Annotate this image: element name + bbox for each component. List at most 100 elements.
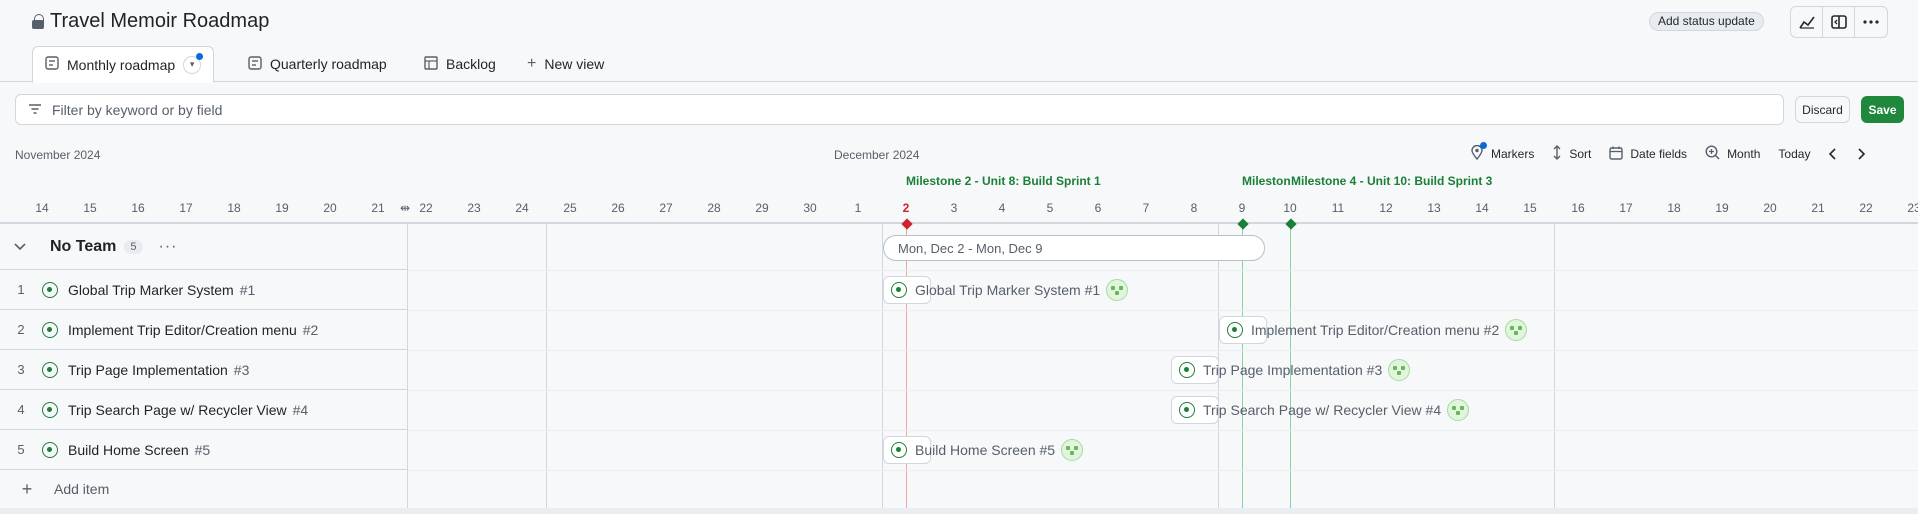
table-row[interactable]: 4 Trip Search Page w/ Recycler View #4 (0, 390, 408, 430)
day-tick-label: 2 (902, 201, 910, 215)
today-button[interactable]: Today (1778, 147, 1810, 161)
issue-open-icon (42, 441, 58, 458)
bar-label: Global Trip Marker System #1 (915, 282, 1101, 298)
day-tick-label: 17 (1619, 201, 1633, 215)
row-divider (408, 430, 1918, 431)
issue-open-icon (891, 282, 907, 298)
issue-open-icon (1179, 402, 1195, 418)
today-label: Today (1778, 147, 1811, 161)
add-status-update-button[interactable]: Add status update (1649, 12, 1764, 31)
tab-monthly-roadmap[interactable]: Monthly roadmap ▾ (32, 46, 215, 83)
roadmap-item-bar[interactable]: Implement Trip Editor/Creation menu #2 (1219, 316, 1528, 344)
table-row[interactable]: 3 Trip Page Implementation #3 (0, 350, 408, 390)
discard-button[interactable]: Discard (1795, 96, 1850, 123)
group-date-range[interactable]: Mon, Dec 2 - Mon, Dec 9 (883, 235, 1265, 261)
week-gridline (546, 224, 547, 508)
day-tick-label: 17 (179, 201, 193, 215)
roadmap-item-bar[interactable]: Global Trip Marker System #1 (883, 276, 1129, 304)
day-tick-label: 20 (1763, 201, 1777, 215)
milestone-label[interactable]: Milestone (1242, 174, 1290, 188)
kebab-icon[interactable] (1855, 7, 1887, 37)
day-tick-label: 27 (659, 201, 673, 215)
item-ref[interactable]: #4 (293, 402, 309, 418)
day-tick-label: 15 (1523, 201, 1537, 215)
row-divider (408, 270, 1918, 271)
item-title[interactable]: Trip Page Implementation (68, 362, 228, 378)
chevron-down-icon[interactable] (0, 240, 40, 254)
bottom-scrollbar[interactable] (0, 508, 1918, 514)
add-item-button[interactable]: + Add item (0, 470, 408, 508)
tab-label: Backlog (446, 56, 496, 72)
item-title[interactable]: Trip Search Page w/ Recycler View (68, 402, 287, 418)
group-header: No Team 5 ··· (0, 224, 408, 270)
issue-open-icon (1227, 322, 1243, 338)
date-fields-button[interactable]: Date fields (1609, 146, 1687, 163)
table-row[interactable]: 5 Build Home Screen #5 (0, 430, 408, 470)
day-tick-label: 16 (1571, 201, 1585, 215)
milestone-label[interactable]: Milestone 2 - Unit 8: Build Sprint 1 (906, 174, 1101, 188)
bar-label: Trip Page Implementation #3 (1203, 362, 1383, 378)
roadmap-item-bar[interactable]: Trip Search Page w/ Recycler View #4 (1171, 396, 1470, 424)
avatar[interactable] (1061, 439, 1084, 461)
filter-input[interactable]: Filter by keyword or by field (15, 94, 1784, 125)
view-options-chevron-icon[interactable]: ▾ (183, 52, 204, 74)
chevron-right-icon[interactable] (1856, 148, 1866, 160)
item-ref[interactable]: #1 (240, 282, 256, 298)
resize-handle-icon[interactable]: ⇹ (400, 201, 410, 215)
sort-button[interactable]: Sort (1552, 145, 1591, 163)
chart-line-icon[interactable] (1791, 7, 1823, 37)
day-tick-label: 18 (1667, 201, 1681, 215)
week-gridline (1554, 224, 1555, 508)
group-kebab-icon[interactable]: ··· (159, 238, 178, 256)
roadmap-item-bar[interactable]: Trip Page Implementation #3 (1171, 356, 1411, 384)
tab-label: Monthly roadmap (67, 56, 176, 73)
item-ref[interactable]: #5 (195, 442, 211, 458)
item-title[interactable]: Build Home Screen (68, 442, 189, 458)
day-tick-label: 21 (1811, 201, 1825, 215)
project-header: Travel Memoir Roadmap Add status update (0, 0, 1918, 42)
avatar[interactable] (1505, 319, 1528, 341)
filter-placeholder: Filter by keyword or by field (52, 101, 223, 118)
milestone-label[interactable]: Milestone 4 - Unit 10: Build Sprint 3 (1291, 174, 1492, 188)
unsaved-indicator (196, 52, 204, 60)
day-tick-label: 26 (611, 201, 625, 215)
sidebar-panel-icon[interactable] (1823, 7, 1855, 37)
lock-icon (32, 14, 44, 29)
item-ref[interactable]: #3 (234, 362, 250, 378)
chevron-left-icon[interactable] (1828, 148, 1838, 160)
tab-quarterly-roadmap[interactable]: Quarterly roadmap (236, 46, 399, 82)
day-tick-label: 20 (323, 201, 337, 215)
row-divider (408, 470, 1918, 471)
roadmap-item-bar[interactable]: Build Home Screen #5 (883, 436, 1084, 464)
day-tick-label: 16 (131, 201, 145, 215)
day-tick-label: 29 (755, 201, 769, 215)
tab-backlog[interactable]: Backlog (412, 46, 508, 82)
bar-label: Trip Search Page w/ Recycler View #4 (1203, 402, 1442, 418)
day-tick-label: 14 (35, 201, 49, 215)
item-title[interactable]: Implement Trip Editor/Creation menu (68, 322, 297, 338)
view-tabs: Monthly roadmap ▾ Quarterly roadmap Back… (0, 44, 1918, 83)
avatar[interactable] (1106, 279, 1129, 301)
day-tick-label: 13 (1427, 201, 1441, 215)
week-gridline (882, 224, 883, 508)
item-ref[interactable]: #2 (303, 322, 319, 338)
save-button[interactable]: Save (1861, 96, 1904, 123)
avatar[interactable] (1388, 359, 1411, 381)
zoom-level-button[interactable]: Month (1705, 145, 1760, 163)
month-label: November 2024 (15, 148, 101, 162)
project-roadmap-view: Travel Memoir Roadmap Add status update … (0, 0, 1918, 514)
item-title[interactable]: Global Trip Marker System (68, 282, 234, 298)
issue-open-icon (42, 401, 58, 418)
row-divider (408, 310, 1918, 311)
timeline-controls: Markers Sort Date fields Month Today (1470, 142, 1866, 163)
tab-new-view[interactable]: + New view (515, 46, 616, 82)
table-row[interactable]: 2 Implement Trip Editor/Creation menu #2 (0, 310, 408, 350)
avatar[interactable] (1447, 399, 1470, 421)
day-tick-label: 24 (515, 201, 529, 215)
table-row[interactable]: 1 Global Trip Marker System #1 (0, 270, 408, 310)
day-tick-label: 9 (1238, 201, 1246, 215)
markers-button[interactable]: Markers (1470, 142, 1534, 163)
add-item-label: Add item (54, 481, 110, 497)
date-fields-label: Date fields (1630, 147, 1688, 161)
table-icon (424, 55, 438, 73)
